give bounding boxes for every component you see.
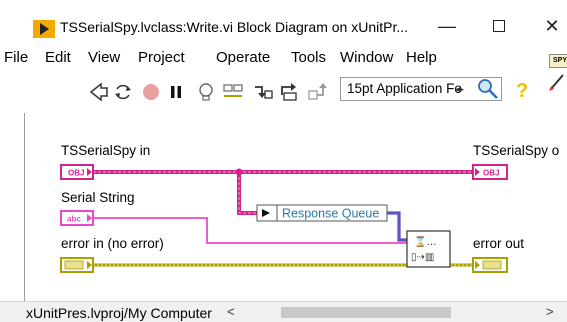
menu-tools[interactable]: Tools bbox=[291, 49, 326, 66]
maximize-icon bbox=[493, 20, 505, 32]
abort-icon[interactable] bbox=[140, 81, 162, 103]
diagram-wires: OBJ OBJ abc Response Queue ⌛… ▯⇢▥ bbox=[60, 164, 508, 273]
svg-text:abc: abc bbox=[67, 215, 81, 224]
highlight-execution-icon[interactable] bbox=[195, 81, 217, 103]
menu-edit[interactable]: Edit bbox=[45, 49, 71, 66]
svg-text:OBJ: OBJ bbox=[68, 169, 84, 178]
svg-text:?: ? bbox=[516, 80, 528, 102]
error-out-terminal[interactable] bbox=[472, 257, 508, 273]
spy-pencil-icon[interactable] bbox=[548, 72, 567, 92]
menu-window[interactable]: Window bbox=[340, 49, 393, 66]
maximize-button[interactable] bbox=[484, 14, 514, 38]
labview-icon bbox=[33, 20, 55, 38]
title-bar: TSSerialSpy.lvclass:Write.vi Block Diagr… bbox=[0, 0, 567, 42]
menu-project[interactable]: Project bbox=[138, 49, 185, 66]
class-branch-wire[interactable] bbox=[237, 172, 257, 215]
pause-icon[interactable] bbox=[165, 81, 187, 103]
svg-text:▯⇢▥: ▯⇢▥ bbox=[411, 252, 434, 263]
project-path-label: xUnitPres.lvproj/My Computer bbox=[26, 305, 212, 321]
scroll-right-button[interactable]: > bbox=[546, 304, 554, 319]
run-arrow-icon[interactable] bbox=[88, 81, 110, 103]
retain-wire-values-icon[interactable] bbox=[222, 81, 244, 103]
font-select-arrows[interactable]: ◂▸ bbox=[455, 84, 464, 95]
window-title: TSSerialSpy.lvclass:Write.vi Block Diagr… bbox=[60, 19, 409, 35]
svg-text:⌛…: ⌛… bbox=[414, 235, 436, 248]
close-button[interactable]: ✕ bbox=[537, 14, 567, 38]
wire-junction bbox=[235, 168, 243, 176]
label-tsserialspy-in: TSSerialSpy in bbox=[61, 143, 151, 158]
scroll-left-button[interactable]: < bbox=[227, 304, 235, 319]
label-error-out: error out bbox=[473, 236, 525, 251]
spy-badge: SPY bbox=[549, 54, 567, 68]
menu-help[interactable]: Help bbox=[406, 49, 437, 66]
context-help-icon[interactable]: ? bbox=[512, 78, 534, 102]
label-error-in: error in (no error) bbox=[61, 236, 164, 251]
error-in-terminal[interactable] bbox=[60, 257, 94, 273]
search-icon[interactable] bbox=[476, 78, 500, 100]
step-out-icon[interactable] bbox=[307, 81, 329, 103]
menu-file[interactable]: File bbox=[4, 49, 28, 66]
queue-wire[interactable] bbox=[387, 211, 407, 242]
svg-text:Response Queue: Response Queue bbox=[282, 207, 379, 221]
run-continuously-icon[interactable] bbox=[112, 81, 134, 103]
step-into-icon[interactable] bbox=[252, 81, 274, 103]
block-diagram-canvas: OBJ OBJ abc Response Queue ⌛… ▯⇢▥ TSSeri… bbox=[27, 113, 567, 301]
serial-string-terminal[interactable]: abc bbox=[60, 210, 94, 226]
label-serial-string: Serial String bbox=[61, 190, 135, 205]
horizontal-scrollbar-thumb[interactable] bbox=[281, 307, 451, 318]
minimize-button[interactable]: — bbox=[432, 14, 462, 38]
menu-operate[interactable]: Operate bbox=[216, 49, 270, 66]
step-over-icon[interactable] bbox=[279, 81, 301, 103]
menu-bar: File Edit View Project Operate Tools Win… bbox=[0, 44, 567, 70]
tsserialspy-out-terminal[interactable]: OBJ bbox=[472, 164, 508, 180]
enqueue-element-node[interactable]: ⌛… ▯⇢▥ bbox=[406, 230, 451, 268]
menu-view[interactable]: View bbox=[88, 49, 120, 66]
response-queue-node[interactable]: Response Queue bbox=[256, 204, 388, 222]
tsserialspy-in-terminal[interactable]: OBJ bbox=[60, 164, 94, 180]
svg-text:OBJ: OBJ bbox=[483, 169, 499, 178]
label-tsserialspy-out: TSSerialSpy o bbox=[473, 143, 560, 158]
status-bar: xUnitPres.lvproj/My Computer < > bbox=[0, 301, 567, 322]
